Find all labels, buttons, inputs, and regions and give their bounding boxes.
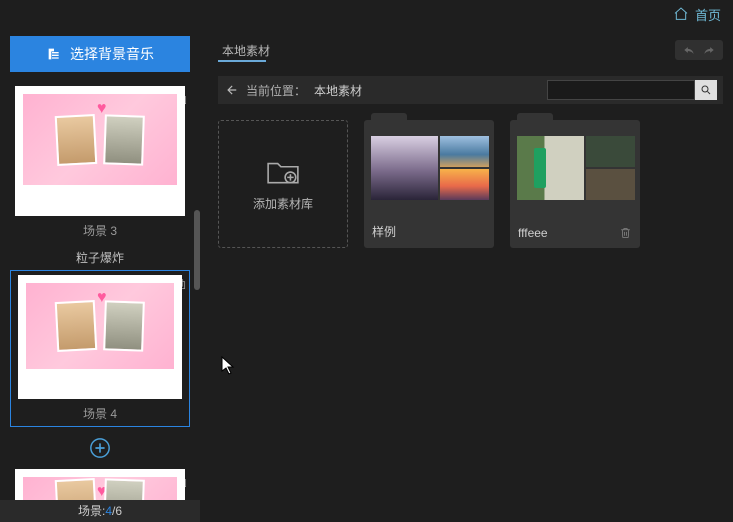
redo-icon[interactable] <box>701 43 717 57</box>
scene-item-selected[interactable]: 场景 4 <box>10 270 190 427</box>
back-arrow-icon[interactable] <box>224 83 238 97</box>
select-bgm-label: 选择背景音乐 <box>70 44 154 64</box>
add-library-label: 添加素材库 <box>253 195 313 212</box>
trash-icon[interactable] <box>619 226 632 240</box>
tab-actions <box>675 40 723 60</box>
folder-tab-icon <box>517 113 553 125</box>
scene-item[interactable]: 场景 3 <box>10 86 190 239</box>
scene-label: 场景 3 <box>10 222 190 239</box>
topbar: 首页 <box>0 0 733 28</box>
select-bgm-button[interactable]: 选择背景音乐 <box>10 36 190 72</box>
music-icon <box>46 46 62 62</box>
folder-plus-icon <box>266 157 300 185</box>
asset-folder-sample[interactable]: 样例 <box>364 120 494 248</box>
home-icon[interactable] <box>673 6 689 22</box>
search-input[interactable] <box>547 80 695 100</box>
search-box <box>547 80 717 100</box>
scene-list[interactable]: 场景 3 粒子爆炸 场景 4 <box>0 82 200 522</box>
tabbar: 本地素材 <box>208 36 733 64</box>
sidebar: 选择背景音乐 场景 3 粒子爆炸 场景 4 <box>0 36 200 522</box>
folder-name: fffeee <box>518 226 548 240</box>
scene-thumbnail[interactable] <box>18 275 182 399</box>
asset-folder-fffeee[interactable]: fffeee <box>510 120 640 248</box>
undo-icon[interactable] <box>681 43 697 57</box>
scene-section-title: 粒子爆炸 <box>76 249 124 266</box>
add-scene-button[interactable] <box>89 437 111 459</box>
breadcrumb-row: 当前位置： 本地素材 <box>218 76 723 104</box>
main-panel: 本地素材 当前位置： 本地素材 添加素材库 <box>208 36 733 522</box>
asset-grid: 添加素材库 样例 fffeee <box>208 104 733 264</box>
folder-preview <box>517 136 633 200</box>
scrollbar-thumb[interactable] <box>194 210 200 290</box>
tab-underline <box>218 60 266 62</box>
search-button[interactable] <box>695 80 717 100</box>
search-icon <box>700 84 712 96</box>
scene-thumbnail[interactable] <box>15 86 185 216</box>
add-library-card[interactable]: 添加素材库 <box>218 120 348 248</box>
breadcrumb-value: 本地素材 <box>314 82 362 99</box>
sidebar-scrollbar[interactable] <box>194 90 200 496</box>
folder-name: 样例 <box>372 223 396 240</box>
folder-preview <box>371 136 487 200</box>
scene-label: 场景 4 <box>15 405 185 422</box>
scene-counter: 场景:4/6 <box>0 500 200 522</box>
tab-local-assets[interactable]: 本地素材 <box>218 40 274 61</box>
home-link[interactable]: 首页 <box>695 5 721 24</box>
breadcrumb-label: 当前位置： <box>246 82 306 99</box>
folder-tab-icon <box>371 113 407 125</box>
